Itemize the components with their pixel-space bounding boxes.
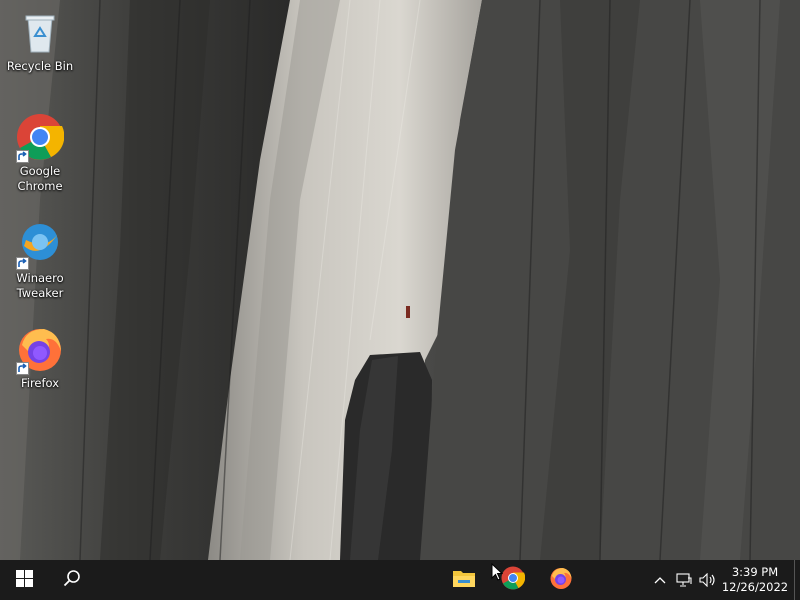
desktop-icon-label: Winaero Tweaker — [16, 271, 64, 300]
taskbar-file-explorer[interactable] — [440, 560, 488, 600]
desktop-icon-label: Firefox — [20, 376, 60, 390]
network-icon[interactable] — [672, 560, 696, 600]
clock-time: 3:39 PM — [731, 565, 779, 579]
windows-logo-icon — [15, 569, 33, 591]
taskbar-firefox[interactable] — [537, 560, 585, 600]
mouse-cursor-icon — [491, 562, 504, 586]
clock-date: 12/26/2022 — [721, 580, 789, 594]
shortcut-arrow-icon — [16, 257, 29, 270]
desktop-icon-firefox[interactable]: Firefox — [2, 325, 78, 391]
desktop-icon-label: Recycle Bin — [6, 59, 74, 73]
chevron-up-icon[interactable] — [648, 560, 672, 600]
desktop-icon-label: Google Chrome — [17, 164, 63, 193]
winaero-tweaker-icon — [16, 220, 64, 270]
taskbar: 3:39 PM 12/26/2022 — [0, 560, 800, 600]
file-explorer-icon — [452, 568, 476, 592]
desktop-wallpaper — [0, 0, 800, 560]
chrome-icon — [501, 566, 526, 594]
desktop-icon-google-chrome[interactable]: Google Chrome — [2, 113, 78, 194]
desktop-icon-recycle-bin[interactable]: Recycle Bin — [2, 8, 78, 74]
recycle-bin-icon — [16, 8, 64, 56]
system-tray: 3:39 PM 12/26/2022 — [648, 560, 800, 600]
shortcut-arrow-icon — [16, 362, 29, 375]
search-button[interactable] — [48, 560, 96, 600]
search-icon — [63, 569, 81, 591]
chrome-icon — [16, 113, 65, 163]
taskbar-clock[interactable]: 3:39 PM 12/26/2022 — [720, 565, 790, 595]
volume-icon[interactable] — [696, 560, 720, 600]
firefox-icon — [16, 325, 64, 375]
start-button[interactable] — [0, 560, 48, 600]
show-desktop-button[interactable] — [794, 560, 800, 600]
shortcut-arrow-icon — [16, 150, 29, 163]
desktop-icon-winaero-tweaker[interactable]: Winaero Tweaker — [2, 220, 78, 301]
firefox-icon — [549, 566, 573, 594]
